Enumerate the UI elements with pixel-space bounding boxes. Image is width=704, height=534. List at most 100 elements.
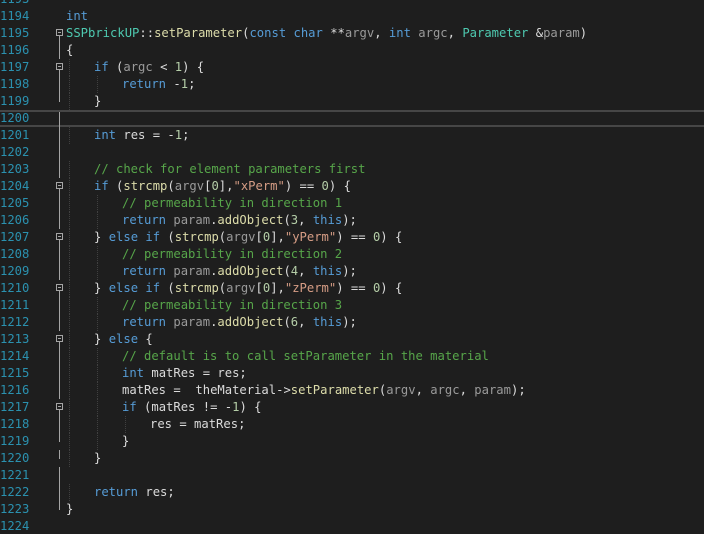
line-number: 1222: [0, 485, 30, 499]
code-line[interactable]: 1211 // permeability in direction 3: [0, 297, 704, 314]
code-text[interactable]: SSPbrickUP::setParameter(const char **ar…: [66, 25, 587, 42]
code-text[interactable]: return param.addObject(6, this);: [122, 314, 357, 331]
code-line[interactable]: 1205 // permeability in direction 1: [0, 195, 704, 212]
code-text[interactable]: if (matRes != -1) {: [122, 399, 261, 416]
code-token: ) {: [328, 179, 351, 193]
code-text[interactable]: {: [66, 42, 73, 59]
code-text[interactable]: // permeability in direction 3: [122, 297, 342, 314]
code-line[interactable]: 1223}: [0, 501, 704, 518]
code-text[interactable]: } else if (strcmp(argv[0],"zPerm") == 0)…: [94, 280, 402, 297]
collapse-toggle-icon[interactable]: [56, 182, 63, 189]
code-line[interactable]: 1217 if (matRes != -1) {: [0, 399, 704, 416]
collapse-toggle-icon[interactable]: [56, 233, 63, 240]
code-line[interactable]: 1198 return -1;: [0, 76, 704, 93]
code-text[interactable]: int res = -1;: [94, 127, 189, 144]
code-text[interactable]: res = matRes;: [150, 416, 245, 433]
code-line[interactable]: 1195 SSPbrickUP::setParameter(const char …: [0, 25, 704, 42]
code-text[interactable]: return param.addObject(3, this);: [122, 212, 357, 229]
line-number: 1213: [0, 332, 30, 346]
code-token: =: [172, 417, 195, 431]
collapse-toggle-icon[interactable]: [56, 335, 63, 342]
code-line[interactable]: 1197 if (argc < 1) {: [0, 59, 704, 76]
code-line[interactable]: 1201 int res = -1;: [0, 127, 704, 144]
code-line[interactable]: 1222 return res;: [0, 484, 704, 501]
code-text[interactable]: // permeability in direction 2: [122, 246, 342, 263]
code-token: param: [173, 213, 211, 227]
code-text[interactable]: if (strcmp(argv[0],"xPerm") == 0) {: [94, 178, 351, 195]
code-text[interactable]: return -1;: [122, 76, 195, 93]
code-line[interactable]: 1214 // default is to call setParameter i…: [0, 348, 704, 365]
code-line[interactable]: 1204 if (strcmp(argv[0],"xPerm") == 0) {: [0, 178, 704, 195]
code-token: param: [474, 383, 511, 397]
code-text[interactable]: matRes = theMaterial->setParameter(argv,…: [122, 382, 526, 399]
indent-guide: [69, 76, 71, 93]
code-token: ;: [239, 366, 247, 380]
code-line[interactable]: 1210} else if (strcmp(argv[0],"zPerm") =…: [0, 280, 704, 297]
code-line[interactable]: 1196 {: [0, 42, 704, 59]
code-line[interactable]: 1218 res = matRes;: [0, 416, 704, 433]
code-text[interactable]: if (argc < 1) {: [94, 59, 204, 76]
code-token: ) ==: [284, 179, 322, 193]
code-line[interactable]: 1220}: [0, 450, 704, 467]
line-number: 1215: [0, 366, 30, 380]
code-line[interactable]: 1200: [0, 110, 704, 129]
line-number: 1206: [0, 213, 30, 227]
code-line[interactable]: 1224: [0, 518, 704, 534]
line-number: 1196: [0, 43, 30, 57]
code-text[interactable]: }: [94, 450, 101, 467]
code-text[interactable]: }: [66, 501, 73, 518]
collapse-toggle-icon[interactable]: [56, 29, 63, 36]
fold-guide: [59, 127, 60, 144]
code-line[interactable]: 1213 } else {: [0, 331, 704, 348]
code-text[interactable]: int: [66, 8, 88, 25]
code-text[interactable]: // permeability in direction 1: [122, 195, 342, 212]
code-text[interactable]: // check for element parameters first: [94, 161, 366, 178]
code-editor[interactable]: 1193 1194int1195SSPbrickUP::setParameter…: [0, 0, 704, 534]
code-text[interactable]: return param.addObject(4, this);: [122, 263, 357, 280]
code-token: matRes: [151, 400, 196, 414]
code-token: ,: [447, 26, 463, 40]
indent-guide: [97, 416, 99, 433]
line-number: 1224: [0, 519, 30, 533]
code-token: argc: [418, 26, 448, 40]
code-token: this: [312, 213, 343, 227]
code-text[interactable]: int matRes = res;: [122, 365, 247, 382]
code-token: ;: [188, 77, 196, 91]
code-line[interactable]: 1203 // check for element parameters firs…: [0, 161, 704, 178]
code-token: this: [312, 264, 343, 278]
collapse-toggle-icon[interactable]: [56, 403, 63, 410]
code-line[interactable]: 1194 int: [0, 8, 704, 25]
code-token: ;: [238, 417, 246, 431]
code-line[interactable]: 1221: [0, 467, 704, 484]
code-line[interactable]: 1216 matRes = theMaterial->setParameter(a…: [0, 382, 704, 399]
code-text[interactable]: } else if (strcmp(argv[0],"yPerm") == 0)…: [94, 229, 402, 246]
fold-guide: [59, 501, 60, 510]
code-token: addObject: [217, 264, 284, 278]
code-text[interactable]: return res;: [94, 484, 175, 501]
code-line[interactable]: 1207} else if (strcmp(argv[0],"yPerm") =…: [0, 229, 704, 246]
code-line[interactable]: 1208 // permeability in direction 2: [0, 246, 704, 263]
code-token: }: [122, 434, 130, 448]
line-number: 1197: [0, 60, 30, 74]
code-token: -: [166, 77, 181, 91]
code-line[interactable]: 1212 return param.addObject(6, this);: [0, 314, 704, 331]
code-text[interactable]: // default is to call setParameter in th…: [122, 348, 489, 365]
line-number: 1218: [0, 417, 30, 431]
code-line[interactable]: 1219}: [0, 433, 704, 450]
code-line[interactable]: 1206 return param.addObject(3, this);: [0, 212, 704, 229]
collapse-toggle-icon[interactable]: [56, 284, 63, 291]
collapse-toggle-icon[interactable]: [56, 63, 63, 70]
code-token: ,: [459, 383, 475, 397]
indent-guide: [69, 399, 71, 416]
code-text[interactable]: }: [122, 433, 129, 450]
indent-guide: [69, 229, 71, 246]
code-token: setParameter: [154, 26, 243, 40]
code-line[interactable]: 1209 return param.addObject(4, this);: [0, 263, 704, 280]
code-line[interactable]: 1202: [0, 144, 704, 161]
code-line[interactable]: 1199}: [0, 93, 704, 110]
code-text[interactable]: }: [94, 93, 101, 110]
code-line[interactable]: 1215 int matRes = res;: [0, 365, 704, 382]
code-text[interactable]: } else {: [94, 331, 153, 348]
code-token: ) ==: [336, 230, 373, 244]
